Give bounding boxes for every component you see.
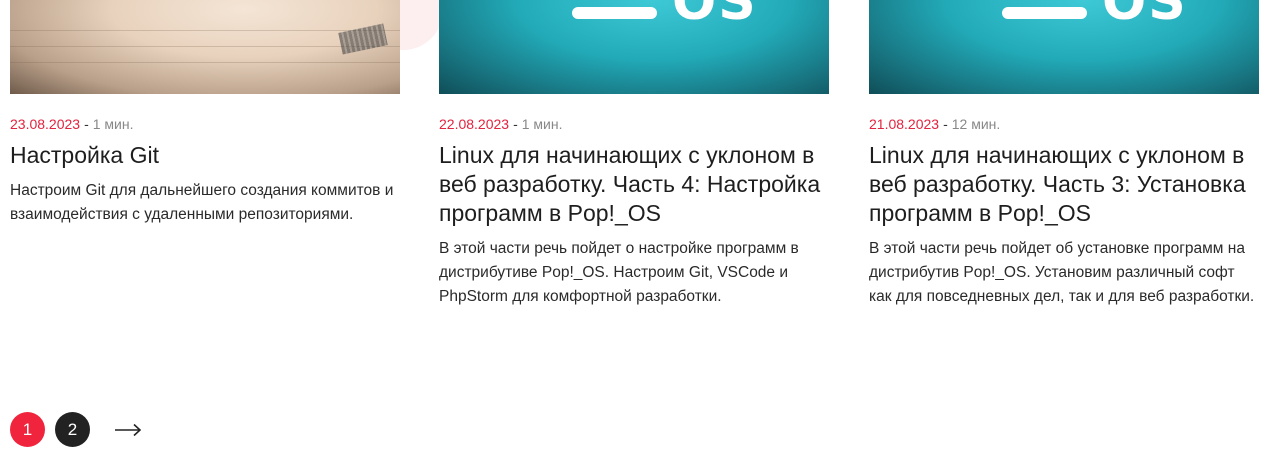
article-card[interactable]: 23.08.2023-1 мин. Настройка Git Настроим…	[10, 0, 400, 227]
pagination: 1 2	[10, 412, 142, 447]
read-time: 12 мин.	[951, 116, 1001, 132]
page-button-1[interactable]: 1	[10, 412, 45, 447]
article-title[interactable]: Настройка Git	[10, 141, 400, 170]
article-title[interactable]: Linux для начинающих с уклоном в веб раз…	[439, 141, 829, 228]
meta-separator: -	[84, 116, 89, 132]
meta-separator: -	[943, 116, 948, 132]
article-description: В этой части речь пойдет о настройке про…	[439, 240, 799, 305]
page-button-2[interactable]: 2	[55, 412, 90, 447]
article-date: 21.08.2023	[869, 116, 940, 132]
read-time: 1 мин.	[92, 116, 134, 132]
article-description: Настроим Git для дальнейшего создания ко…	[10, 182, 394, 223]
article-thumbnail[interactable]: OS	[869, 0, 1259, 94]
article-date: 23.08.2023	[10, 116, 81, 132]
article-card[interactable]: OS 21.08.2023-12 мин. Linux для начинающ…	[869, 0, 1259, 309]
blog-list-page: 23.08.2023-1 мин. Настройка Git Настроим…	[0, 0, 1271, 473]
read-time: 1 мин.	[521, 116, 563, 132]
decorative-blob	[395, 0, 443, 50]
article-description: В этой части речь пойдет об установке пр…	[869, 240, 1255, 305]
meta-separator: -	[513, 116, 518, 132]
article-date: 22.08.2023	[439, 116, 510, 132]
article-card[interactable]: OS 22.08.2023-1 мин. Linux для начинающи…	[439, 0, 829, 309]
article-meta: 23.08.2023-1 мин.	[10, 116, 400, 132]
article-meta: 21.08.2023-12 мин.	[869, 116, 1259, 132]
arrow-right-icon[interactable]	[114, 412, 142, 447]
article-title[interactable]: Linux для начинающих с уклоном в веб раз…	[869, 141, 1259, 228]
article-thumbnail[interactable]	[10, 0, 400, 94]
article-thumbnail[interactable]: OS	[439, 0, 829, 94]
article-meta: 22.08.2023-1 мин.	[439, 116, 829, 132]
